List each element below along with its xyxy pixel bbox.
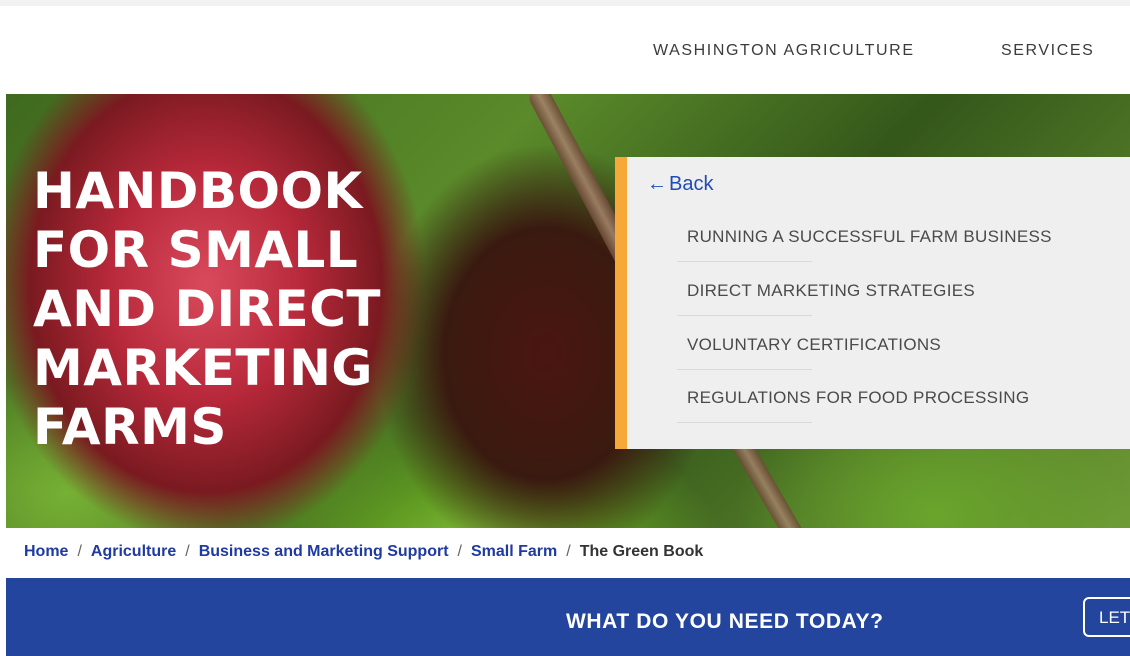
submenu-item-label: RUNNING A SUCCESSFUL FARM BUSINESS xyxy=(687,227,1052,246)
nav-link-washington-agriculture[interactable]: WASHINGTON AGRICULTURE xyxy=(653,42,915,60)
breadcrumb-separator: / xyxy=(457,543,462,560)
submenu-divider xyxy=(677,261,812,262)
site-header: WASHINGTON AGRICULTURE SERVICES xyxy=(0,6,1130,94)
section-submenu: ← Back RUNNING A SUCCESSFUL FARM BUSINESS… xyxy=(615,157,1130,449)
breadcrumb-separator: / xyxy=(185,543,190,560)
breadcrumb-home[interactable]: Home xyxy=(24,543,68,560)
submenu-item-direct-marketing[interactable]: DIRECT MARKETING STRATEGIES xyxy=(677,263,1127,316)
help-button[interactable]: LET xyxy=(1083,597,1130,637)
nav-link-services[interactable]: SERVICES xyxy=(1001,42,1094,60)
submenu-item-food-processing-regulations[interactable]: REGULATIONS FOR FOOD PROCESSING xyxy=(677,370,1127,423)
breadcrumb-agriculture[interactable]: Agriculture xyxy=(91,543,176,560)
breadcrumb-current: The Green Book xyxy=(579,543,704,560)
submenu-divider xyxy=(677,315,812,316)
submenu-divider xyxy=(677,422,812,423)
help-bar: WHAT DO YOU NEED TODAY? LET xyxy=(6,578,1130,656)
breadcrumb-business-marketing-support[interactable]: Business and Marketing Support xyxy=(199,543,449,560)
page-title: HANDBOOK FOR SMALL AND DIRECT MARKETING … xyxy=(33,162,382,456)
back-link[interactable]: ← Back xyxy=(647,173,713,196)
breadcrumb-small-farm[interactable]: Small Farm xyxy=(471,543,557,560)
help-prompt: WHAT DO YOU NEED TODAY? xyxy=(566,610,884,633)
submenu-item-label: DIRECT MARKETING STRATEGIES xyxy=(687,281,976,300)
back-label: Back xyxy=(669,173,714,195)
submenu-item-running-farm-business[interactable]: RUNNING A SUCCESSFUL FARM BUSINESS xyxy=(677,209,1127,262)
breadcrumb: Home / Agriculture / Business and Marketing … xyxy=(6,528,1130,578)
breadcrumb-separator: / xyxy=(77,543,82,560)
submenu-item-label: VOLUNTARY CERTIFICATIONS xyxy=(687,335,942,354)
arrow-left-icon: ← xyxy=(647,173,667,195)
submenu-item-voluntary-certifications[interactable]: VOLUNTARY CERTIFICATIONS xyxy=(677,317,1127,370)
breadcrumb-separator: / xyxy=(566,543,571,560)
submenu-item-label: REGULATIONS FOR FOOD PROCESSING xyxy=(687,388,1030,407)
